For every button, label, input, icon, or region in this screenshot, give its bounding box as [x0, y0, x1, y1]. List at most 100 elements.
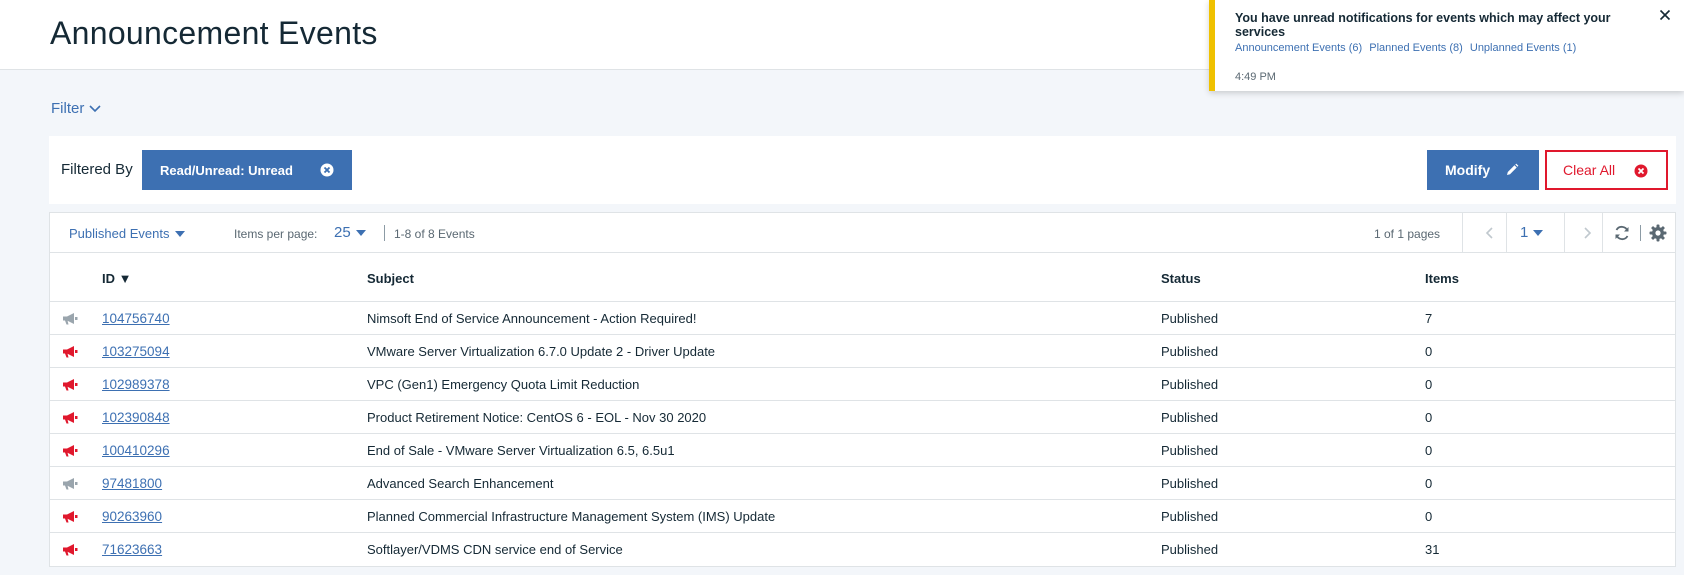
current-page-value: 1: [1520, 224, 1529, 241]
clear-all-button[interactable]: Clear All: [1545, 150, 1668, 190]
notification-time: 4:49 PM: [1235, 71, 1276, 83]
planned-events-link[interactable]: Planned Events (8): [1369, 42, 1463, 54]
caret-down-icon: [175, 230, 186, 237]
filter-chip-read-unread[interactable]: Read/Unread: Unread: [142, 150, 352, 190]
event-status: Published: [1161, 311, 1219, 326]
table-header: ID ▼ Subject Status Items: [50, 253, 1675, 302]
pages-text: 1 of 1 pages: [1374, 227, 1441, 241]
event-status: Published: [1161, 443, 1219, 458]
table-row: 102390848 Product Retirement Notice: Cent…: [50, 401, 1675, 434]
megaphone-red-icon: [63, 544, 78, 556]
items-per-page-label: Items per page:: [234, 227, 318, 241]
unplanned-events-link[interactable]: Unplanned Events (1): [1470, 42, 1576, 54]
column-header-items: Items: [1425, 271, 1459, 286]
megaphone-red-icon: [63, 412, 78, 424]
items-per-page-value: 25: [334, 224, 351, 241]
chevron-down-icon: [89, 104, 101, 112]
table-body: 104756740 Nimsoft End of Service Announce…: [50, 302, 1675, 566]
event-items-count: 0: [1425, 377, 1433, 392]
event-id-link[interactable]: 104756740: [102, 311, 170, 326]
clear-all-label: Clear All: [1563, 162, 1616, 178]
event-id-link[interactable]: 100410296: [102, 443, 170, 458]
event-id-link[interactable]: 102989378: [102, 377, 170, 392]
current-page-select[interactable]: 1: [1520, 224, 1544, 241]
event-status: Published: [1161, 377, 1219, 392]
megaphone-red-icon: [63, 346, 78, 358]
event-id-link[interactable]: 103275094: [102, 344, 170, 359]
event-subject: Product Retirement Notice: CentOS 6 - EO…: [367, 410, 707, 425]
divider: [1462, 213, 1463, 253]
table-row: 90263960 Planned Commercial Infrastructur…: [50, 500, 1675, 533]
pencil-icon: [1507, 163, 1519, 175]
event-items-count: 0: [1425, 509, 1433, 524]
megaphone-red-icon: [63, 445, 78, 457]
event-subject: Advanced Search Enhancement: [367, 476, 554, 491]
close-circle-icon: [1634, 164, 1648, 178]
megaphone-red-icon: [63, 511, 78, 523]
notification-links: Announcement Events (6) Planned Events (…: [1235, 42, 1580, 54]
filter-toggle-label: Filter: [51, 100, 85, 117]
table-row: 104756740 Nimsoft End of Service Announce…: [50, 302, 1675, 335]
table-row: 102989378 VPC (Gen1) Emergency Quota Limi…: [50, 368, 1675, 401]
megaphone-gray-icon: [63, 478, 78, 490]
filter-bar: Filtered By Read/Unread: Unread Modify C…: [49, 136, 1676, 204]
refresh-icon[interactable]: [1613, 224, 1631, 242]
announcement-events-link[interactable]: Announcement Events (6): [1235, 42, 1362, 54]
notification-title: You have unread notifications for events…: [1235, 11, 1611, 39]
gear-icon[interactable]: [1649, 224, 1667, 242]
table-row: 97481800 Advanced Search Enhancement Publi…: [50, 467, 1675, 500]
event-id-link[interactable]: 102390848: [102, 410, 170, 425]
filter-toggle[interactable]: Filter: [51, 100, 101, 117]
modify-button-label: Modify: [1445, 162, 1491, 178]
notification-toast: You have unread notifications for events…: [1209, 0, 1684, 91]
event-subject: VMware Server Virtualization 6.7.0 Updat…: [367, 344, 716, 359]
divider: [1506, 213, 1507, 253]
event-status: Published: [1161, 509, 1219, 524]
event-items-count: 31: [1425, 542, 1440, 557]
event-status: Published: [1161, 542, 1219, 557]
event-id-link[interactable]: 97481800: [102, 476, 162, 491]
page-title: Announcement Events: [50, 15, 378, 51]
event-status: Published: [1161, 410, 1219, 425]
event-subject: VPC (Gen1) Emergency Quota Limit Reducti…: [367, 377, 640, 392]
event-subject: Planned Commercial Infrastructure Manage…: [367, 509, 776, 524]
megaphone-red-icon: [63, 379, 78, 391]
table-row: 103275094 VMware Server Virtualization 6.…: [50, 335, 1675, 368]
chevron-right-icon[interactable]: [1579, 223, 1595, 243]
event-status: Published: [1161, 476, 1219, 491]
divider: [1640, 225, 1641, 241]
event-items-count: 0: [1425, 443, 1433, 458]
divider: [1564, 213, 1565, 253]
filter-chip-label: Read/Unread: Unread: [160, 162, 293, 178]
event-id-link[interactable]: 90263960: [102, 509, 162, 524]
column-header-status: Status: [1161, 271, 1201, 286]
column-header-id[interactable]: ID ▼: [102, 271, 131, 286]
table-row: 71623663 Softlayer/VDMS CDN service end o…: [50, 533, 1675, 566]
divider: [1602, 213, 1603, 253]
event-subject: End of Sale - VMware Server Virtualizati…: [367, 443, 675, 458]
event-items-count: 0: [1425, 476, 1433, 491]
event-items-count: 7: [1425, 311, 1433, 326]
range-text: 1-8 of 8 Events: [394, 227, 475, 241]
divider: [384, 225, 385, 241]
event-status: Published: [1161, 344, 1219, 359]
event-subject: Nimsoft End of Service Announcement - Ac…: [367, 311, 697, 326]
close-icon[interactable]: [1659, 9, 1671, 21]
event-items-count: 0: [1425, 344, 1433, 359]
event-subject: Softlayer/VDMS CDN service end of Servic…: [367, 542, 623, 557]
caret-down-icon: [1533, 229, 1544, 236]
event-id-link[interactable]: 71623663: [102, 542, 162, 557]
chevron-left-icon[interactable]: [1482, 223, 1498, 243]
column-header-subject: Subject: [367, 271, 414, 286]
published-events-dropdown[interactable]: Published Events: [69, 226, 186, 241]
table-toolbar: Published Events Items per page: 25 1-8 …: [50, 213, 1675, 253]
event-items-count: 0: [1425, 410, 1433, 425]
items-per-page-select[interactable]: 25: [334, 224, 366, 241]
close-circle-icon[interactable]: [320, 163, 334, 177]
events-table: Published Events Items per page: 25 1-8 …: [49, 212, 1676, 567]
caret-down-icon: [355, 229, 366, 236]
modify-button[interactable]: Modify: [1427, 150, 1539, 190]
table-row: 100410296 End of Sale - VMware Server Vir…: [50, 434, 1675, 467]
filtered-by-label: Filtered By: [61, 161, 133, 178]
megaphone-gray-icon: [63, 313, 78, 325]
